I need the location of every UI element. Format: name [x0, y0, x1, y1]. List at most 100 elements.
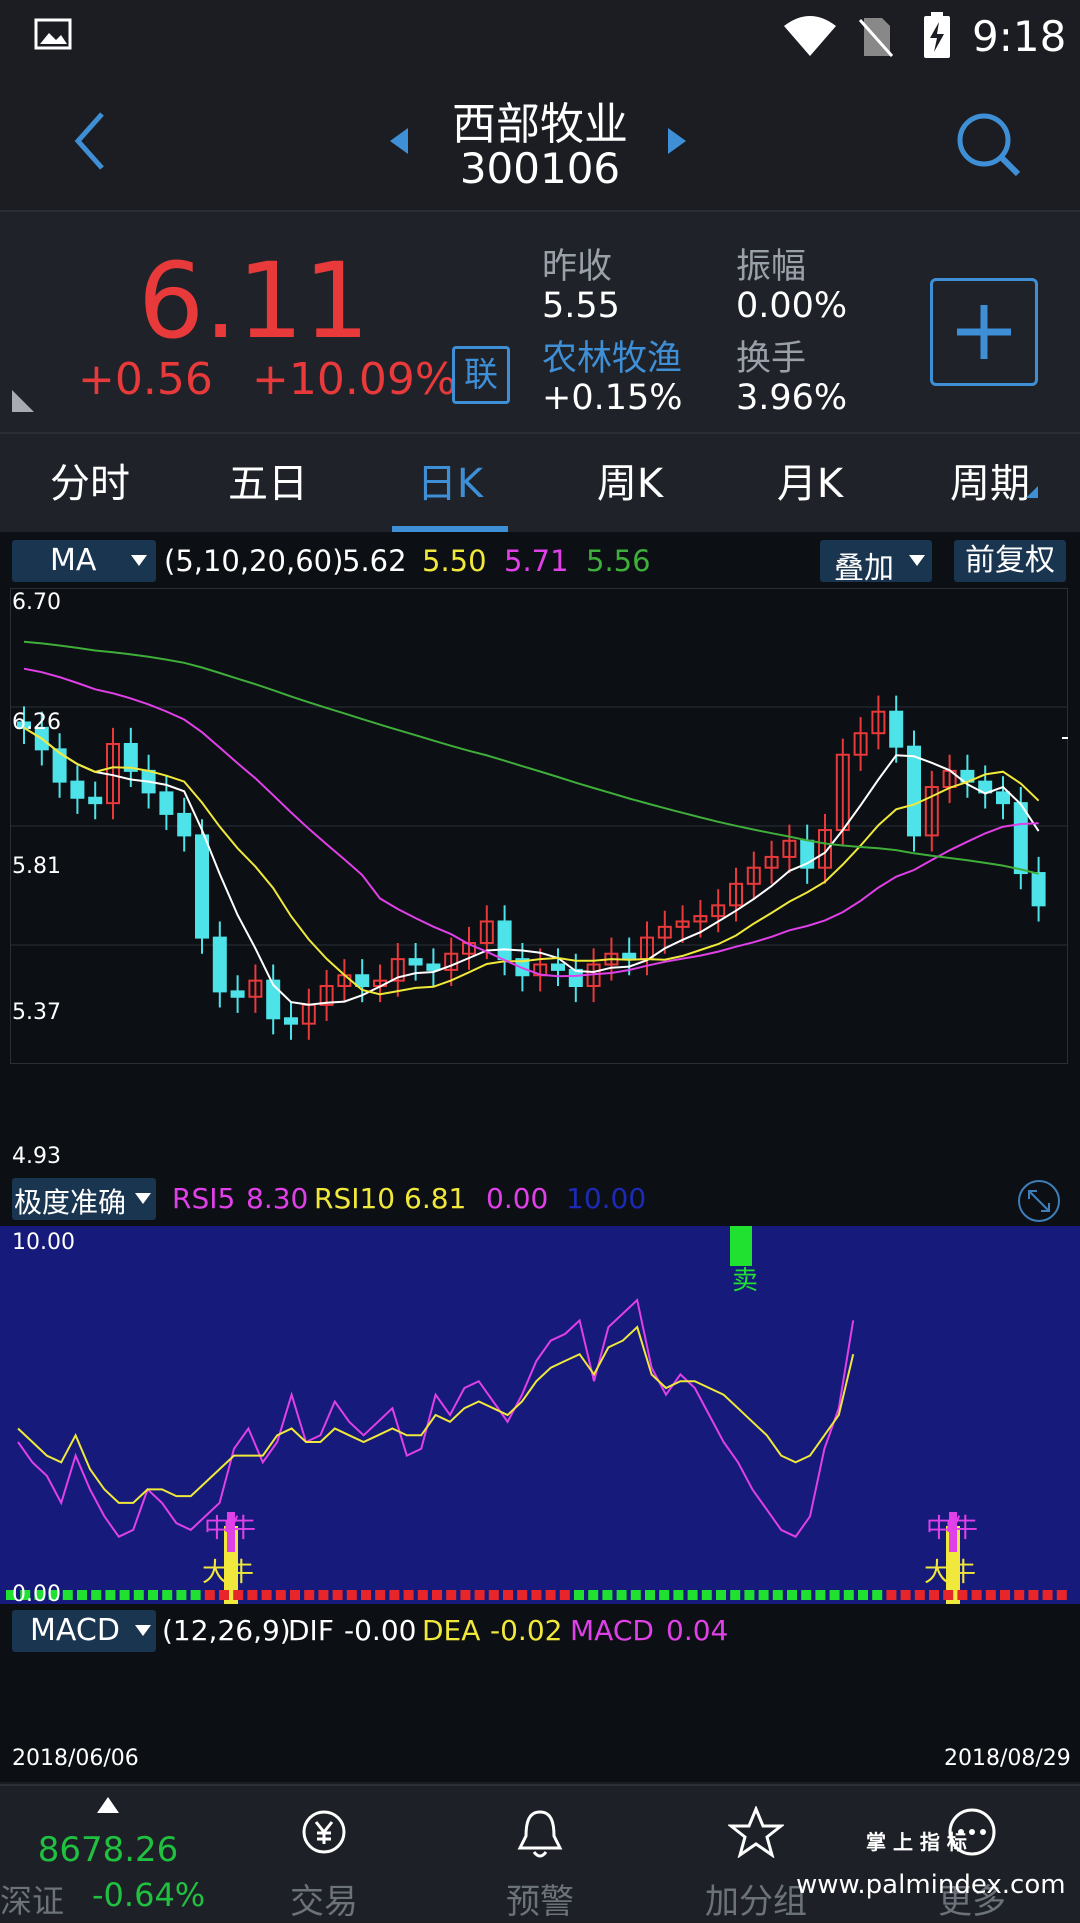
candle: [230, 990, 245, 998]
macd-dot: [730, 1590, 741, 1600]
ma20-value: 5.71: [504, 544, 569, 578]
corner-triangle-icon: [12, 390, 34, 412]
search-icon[interactable]: [954, 110, 1024, 180]
macd-dot: [261, 1590, 272, 1600]
index-name: 深证: [0, 1882, 65, 1920]
macd-selector[interactable]: MACD: [12, 1610, 156, 1652]
mid-bull-label: 中牛: [204, 1514, 257, 1544]
add-watchlist-button[interactable]: [930, 278, 1038, 386]
candle: [177, 812, 192, 837]
tab-daily-k[interactable]: 日K: [380, 434, 520, 534]
next-stock-icon[interactable]: [664, 126, 688, 156]
watermark: www.palmindex.com: [796, 1870, 1066, 1900]
macd-dot: [815, 1590, 826, 1600]
sector-link[interactable]: 农林牧渔: [542, 330, 682, 381]
back-icon[interactable]: [66, 106, 116, 176]
candle: [52, 748, 67, 783]
macd-dot: [602, 1590, 613, 1600]
nav-index[interactable]: 8678.26 深证 -0.64%: [0, 1786, 216, 1922]
macd-dot: [219, 1590, 229, 1600]
macd-dot: [304, 1590, 315, 1600]
macd-dot: [1000, 1590, 1010, 1600]
macd-dot: [716, 1590, 726, 1600]
macd-dot: [758, 1590, 769, 1600]
macd-dot: [148, 1590, 158, 1600]
alert-label: 预警: [506, 1882, 574, 1922]
macd-dot: [914, 1590, 925, 1600]
indicator-selector-label: 极度准确: [14, 1186, 127, 1219]
macd-dot: [204, 1590, 215, 1600]
tab-intraday[interactable]: 分时: [20, 434, 160, 534]
rsi-low-value: 0.00: [486, 1182, 549, 1215]
ma60-line: [23, 640, 1039, 875]
tab-weekly-k[interactable]: 周K: [560, 434, 700, 534]
index-change: -0.64%: [92, 1876, 206, 1914]
macd-dot: [630, 1590, 641, 1600]
rsi-chart[interactable]: [0, 1226, 1080, 1604]
nav-trade[interactable]: 交易: [216, 1786, 432, 1922]
plus-icon: [957, 305, 1011, 359]
chevron-down-icon: [131, 555, 147, 566]
macd-dot: [886, 1590, 897, 1600]
stock-code: 300106: [459, 144, 621, 193]
linked-button[interactable]: 联: [452, 346, 510, 404]
amplitude-value: 0.00%: [736, 286, 848, 326]
macd-dot: [588, 1590, 599, 1600]
macd-dot: [971, 1590, 982, 1600]
macd-dot: [332, 1590, 343, 1600]
prev-stock-icon[interactable]: [388, 126, 412, 156]
macd-dot: [517, 1590, 528, 1600]
amplitude-label: 振幅: [736, 247, 807, 287]
candle: [408, 958, 423, 966]
overlay-label: 叠加: [834, 551, 894, 586]
stock-name: 西部牧业: [452, 99, 628, 150]
k-axis-label: 4.93: [12, 1144, 61, 1169]
macd-dot: [290, 1590, 300, 1600]
ma-selector[interactable]: MA: [12, 540, 156, 582]
macd-dot: [1042, 1590, 1053, 1600]
end-date: 2018/08/29: [944, 1746, 1071, 1771]
adjust-button[interactable]: 前复权: [954, 540, 1066, 582]
battery-charging-icon: [924, 12, 950, 58]
candlestick-chart[interactable]: [10, 588, 1068, 1064]
macd-dot: [616, 1590, 627, 1600]
macd-dot: [361, 1590, 371, 1600]
price-change-pct: +10.09%: [252, 354, 457, 405]
expand-icon[interactable]: [1016, 1178, 1062, 1224]
wifi-icon: [784, 16, 836, 56]
dea-label: DEA: [422, 1614, 481, 1647]
macd-dot: [985, 1590, 996, 1600]
nav-alert[interactable]: 预警: [432, 1786, 648, 1922]
indicator-selector[interactable]: 极度准确: [12, 1178, 156, 1220]
status-bar: 9:18: [0, 0, 1080, 78]
bottom-nav: 8678.26 深证 -0.64% 交易 预警 加分组 更多 掌 上 指 标 w…: [0, 1784, 1080, 1922]
macd-dot: [1028, 1590, 1039, 1600]
rsi5-label: RSI5: [172, 1182, 236, 1215]
candle: [889, 710, 904, 748]
tab-monthly-k[interactable]: 月K: [740, 434, 880, 534]
macd-dot: [687, 1590, 698, 1600]
start-date: 2018/06/06: [12, 1746, 139, 1771]
tab-five-day[interactable]: 五日: [198, 434, 338, 534]
trade-label: 交易: [290, 1882, 358, 1922]
candle: [622, 952, 637, 961]
macd-dot: [233, 1590, 244, 1600]
period-dropdown-icon: [1026, 486, 1038, 498]
macd-dot: [403, 1590, 414, 1600]
candle: [355, 974, 370, 988]
macd-dot: [247, 1590, 258, 1600]
overlay-selector[interactable]: 叠加: [820, 540, 932, 586]
ma60-value: 5.56: [586, 544, 651, 578]
nav-add-group[interactable]: 加分组: [648, 1786, 864, 1922]
macd-params: (12,26,9): [162, 1614, 291, 1647]
rsi10-label: RSI10: [314, 1182, 396, 1215]
macd-dot: [559, 1590, 570, 1600]
dea-value: -0.02: [490, 1614, 563, 1647]
candle: [70, 780, 85, 799]
up-arrow-icon: [97, 1797, 119, 1813]
macd-dot: [446, 1590, 457, 1600]
dif-value: -0.00: [344, 1614, 417, 1647]
macd-dot: [105, 1590, 116, 1600]
rsi5-value: 8.30: [246, 1182, 309, 1215]
candle: [159, 791, 174, 815]
